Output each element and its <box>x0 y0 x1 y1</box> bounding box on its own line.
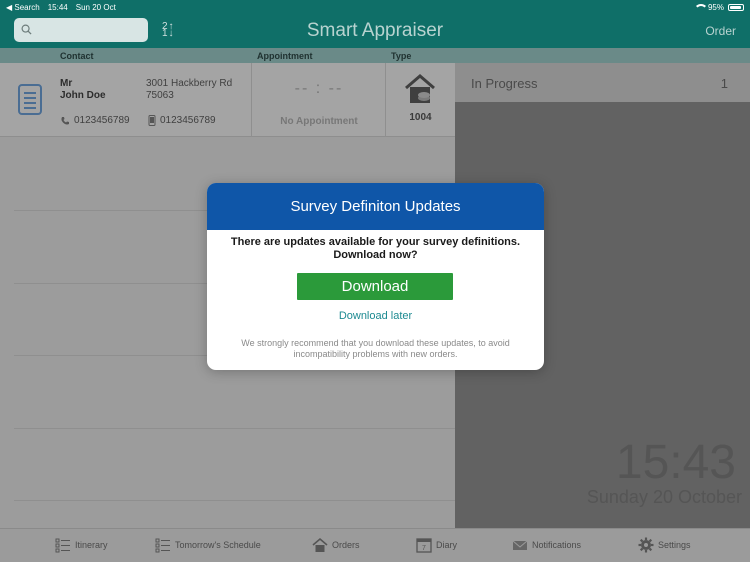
dialog-title: Survey Definiton Updates <box>207 183 544 230</box>
tab-settings[interactable]: Settings <box>638 537 691 553</box>
tab-label: Notifications <box>532 540 582 550</box>
appointment-label: No Appointment <box>280 116 358 127</box>
tab-label: Itinerary <box>75 540 108 550</box>
list-icon <box>55 538 70 553</box>
status-bar: ◀ Search 15:44 Sun 20 Oct 95% <box>0 0 750 14</box>
document-icon <box>18 84 42 115</box>
battery-percent: 95% <box>707 2 724 12</box>
phone-icon <box>61 116 69 124</box>
tab-notifications[interactable]: Notifications <box>512 537 581 553</box>
column-header-right <box>455 48 750 63</box>
order-row[interactable]: Mr John Doe 3001 Hackberry Rd 75063 0123… <box>0 63 455 137</box>
app-header: 2↑ 1↓ Smart Appraiser Order <box>0 14 750 48</box>
wifi-icon <box>693 3 708 11</box>
tab-label: Tomorrow's Schedule <box>175 540 261 550</box>
dialog-message-line2: Download now? <box>333 249 418 261</box>
phone-number[interactable]: 0123456789 <box>60 115 130 126</box>
dialog-message-line1: There are updates available for your sur… <box>230 236 521 248</box>
column-header-bar: Contact Appointment Type <box>0 48 455 63</box>
contact-name: John Doe <box>60 90 106 101</box>
gear-icon <box>638 537 654 553</box>
date-display: Sunday 20 October <box>586 487 742 507</box>
envelope-icon <box>512 540 528 550</box>
type-code: 1004 <box>409 112 432 123</box>
in-progress-count: 1 <box>720 76 728 91</box>
tab-orders[interactable]: Orders <box>312 537 360 553</box>
status-date: Sun 20 Oct <box>75 2 116 12</box>
list-separator <box>14 428 455 429</box>
tab-tomorrows-schedule[interactable]: Tomorrow's Schedule <box>155 537 261 553</box>
battery-icon <box>728 3 744 11</box>
mobile-icon <box>148 115 156 126</box>
in-progress-row[interactable]: In Progress 1 <box>455 63 750 102</box>
list-separator <box>14 500 455 501</box>
download-later-link[interactable]: Download later <box>207 310 544 322</box>
tab-label: Orders <box>332 540 360 550</box>
update-dialog: Survey Definiton Updates There are updat… <box>207 183 544 370</box>
status-time: 15:44 <box>47 2 68 12</box>
dialog-message: There are updates available for your sur… <box>217 236 534 262</box>
clock: 15:43 <box>615 436 736 489</box>
contact-title: Mr <box>60 78 73 89</box>
order-button[interactable]: Order <box>705 24 736 38</box>
appointment-time: -- : -- <box>294 80 344 97</box>
calendar-icon: 7 <box>416 538 432 553</box>
download-button[interactable]: Download <box>297 273 453 300</box>
house-icon <box>405 74 435 103</box>
column-appointment: Appointment <box>257 51 313 61</box>
tab-label: Diary <box>436 540 458 550</box>
column-contact: Contact <box>60 51 94 61</box>
tab-label: Settings <box>658 540 691 550</box>
app-title: Smart Appraiser <box>306 20 444 41</box>
svg-text:7: 7 <box>422 545 426 552</box>
column-type: Type <box>391 51 412 61</box>
tab-bar: Itinerary Tomorrow's Schedule Orders 7 D… <box>0 528 750 562</box>
tab-diary[interactable]: 7 Diary <box>416 537 457 553</box>
phone-text: 0123456789 <box>74 115 130 126</box>
address-line1: 3001 Hackberry Rd <box>146 78 233 89</box>
back-to-search-link[interactable]: ◀ Search <box>6 3 40 12</box>
in-progress-label: In Progress <box>471 76 538 91</box>
mobile-text: 0123456789 <box>160 115 216 126</box>
mobile-number[interactable]: 0123456789 <box>148 115 216 126</box>
list-icon <box>155 538 170 553</box>
house-icon <box>312 537 328 552</box>
address-line2: 75063 <box>146 90 174 101</box>
tab-itinerary[interactable]: Itinerary <box>55 537 108 553</box>
dialog-note: We strongly recommend that you download … <box>241 338 510 359</box>
